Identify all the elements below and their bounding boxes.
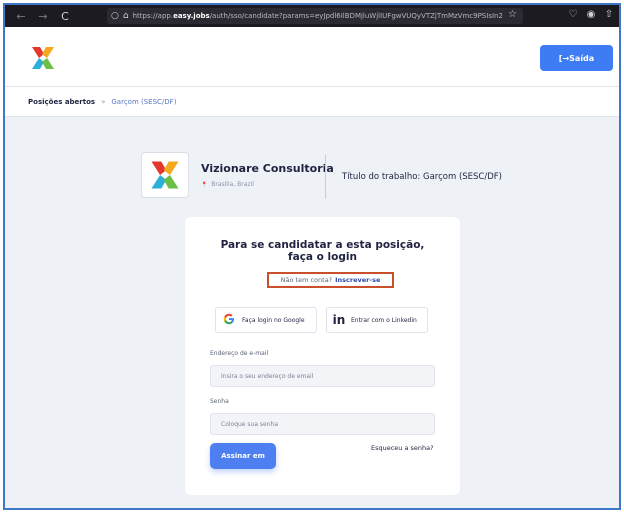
signup-link[interactable]: Inscrever-se: [335, 276, 380, 284]
password-field[interactable]: Coloque sua senha: [210, 413, 435, 435]
linkedin-icon: in: [332, 313, 346, 327]
no-account-text: Não tem conta?: [280, 276, 333, 284]
breadcrumb-separator: »: [101, 97, 106, 106]
company-location-text: Brasília, Brazil: [211, 181, 254, 188]
reload-icon[interactable]: C: [57, 10, 73, 23]
browser-toolbar: ← → C ○ ⌂ https://app.easy.jobs/auth/sso…: [5, 5, 619, 27]
url-text[interactable]: https://app.easy.jobs/auth/sso/candidate…: [133, 12, 513, 20]
easyjobs-logo-icon[interactable]: [30, 45, 56, 71]
linkedin-login-button[interactable]: in Entrar com o Linkedin: [326, 307, 428, 333]
extensions-icon[interactable]: ⇧: [603, 9, 615, 20]
company-logo: [141, 152, 189, 198]
company-location: 📍 Brasília, Brazil: [201, 181, 254, 188]
forward-icon[interactable]: →: [35, 10, 51, 23]
shield-icon[interactable]: ○: [111, 11, 119, 21]
browser-actions: ♡ ◉ ⇧: [567, 9, 615, 20]
google-login-label: Faça login no Google: [242, 316, 305, 324]
bookmark-star-icon[interactable]: ☆: [508, 9, 517, 20]
lock-icon[interactable]: ⌂: [123, 11, 129, 21]
url-host: easy.jobs: [173, 12, 210, 20]
url-path: /auth/sso/candidate?params=eyJpdl6IlBDMj…: [209, 12, 503, 20]
google-login-button[interactable]: Faça login no Google: [215, 307, 317, 333]
company-name: Vizionare Consultoria: [201, 162, 334, 175]
email-field[interactable]: Insira o seu endereço de email: [210, 365, 435, 387]
account-icon[interactable]: ◉: [585, 9, 597, 20]
sign-in-button[interactable]: Assinar em: [210, 443, 276, 469]
signup-prompt: Não tem conta? Inscrever-se: [267, 272, 394, 288]
exit-button[interactable]: [→Saída: [540, 45, 613, 71]
breadcrumb: Posições abertos » Garçom (SESC/DF): [5, 87, 619, 117]
address-bar[interactable]: ○ ⌂ https://app.easy.jobs/auth/sso/candi…: [107, 8, 523, 24]
email-label: Endereço de e-mail: [210, 350, 269, 357]
pocket-icon[interactable]: ♡: [567, 9, 579, 20]
forgot-password-link[interactable]: Esqueceu a senha?: [371, 444, 434, 452]
breadcrumb-current-job[interactable]: Garçom (SESC/DF): [111, 98, 176, 106]
linkedin-login-label: Entrar com o Linkedin: [351, 316, 417, 324]
login-title: Para se candidatar a esta posição, faça …: [220, 239, 425, 263]
login-card: Para se candidatar a esta posição, faça …: [185, 217, 460, 495]
back-icon[interactable]: ←: [13, 10, 29, 23]
job-title: Título do trabalho: Garçom (SESC/DF): [342, 172, 502, 182]
url-prefix: https://app.: [132, 12, 174, 20]
password-label: Senha: [210, 398, 229, 405]
company-logo-icon: [151, 161, 179, 189]
app-header: [→Saída: [5, 27, 619, 87]
screenshot-frame: ← → C ○ ⌂ https://app.easy.jobs/auth/sso…: [3, 3, 621, 510]
google-icon: [216, 313, 242, 328]
divider: [325, 155, 326, 199]
location-pin-icon: 📍: [201, 182, 208, 188]
breadcrumb-open-positions[interactable]: Posições abertos: [28, 98, 95, 106]
